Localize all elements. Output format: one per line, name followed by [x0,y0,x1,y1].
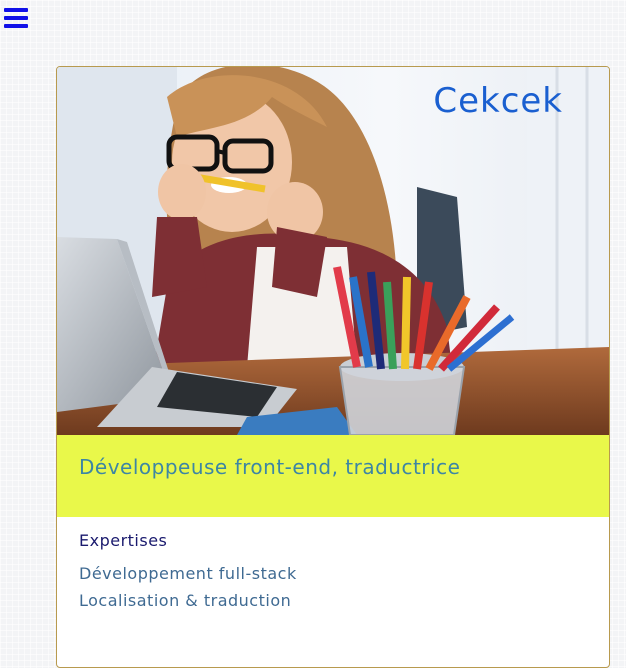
profile-card: Cekcek Développeuse front-end, traductri… [56,66,610,668]
menu-bar [4,24,28,28]
expertise-section: Expertises Développement full-stack Loca… [57,517,609,610]
hero-photo [57,67,609,435]
expertise-list: Développement full-stack Localisation & … [79,564,587,610]
expertise-item: Développement full-stack [79,564,297,583]
menu-bar [4,16,28,20]
expertise-item: Localisation & traduction [79,591,292,610]
hamburger-menu-icon[interactable] [4,6,28,30]
menu-bar [4,8,28,12]
tagline: Développeuse front-end, traductrice [79,455,461,479]
hero-image: Cekcek [57,67,609,435]
tagline-band: Développeuse front-end, traductrice [57,435,609,517]
brand-title: Cekcek [433,81,563,121]
expertise-title: Expertises [79,531,168,550]
